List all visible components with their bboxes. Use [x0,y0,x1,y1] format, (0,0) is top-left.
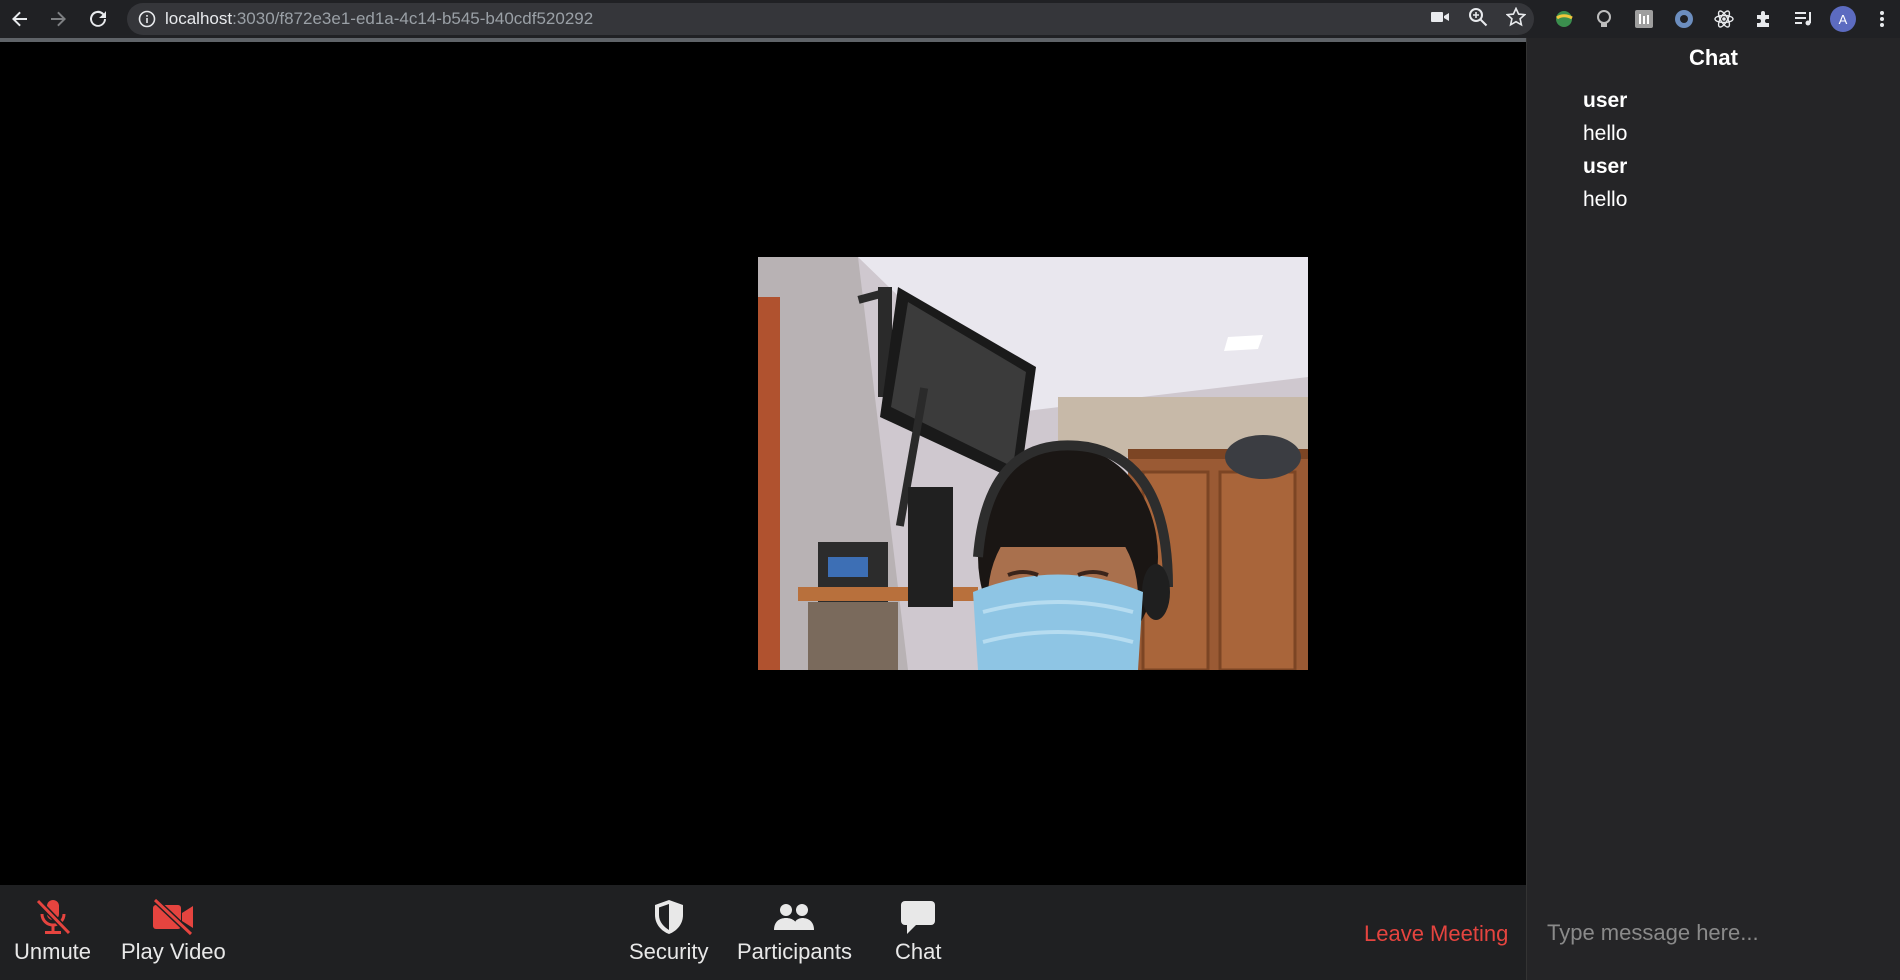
message-author: user [1583,89,1628,112]
message-text: hello [1583,122,1628,145]
security-button[interactable]: Security [629,897,708,965]
chat-messages: user hello user hello [1583,84,1883,216]
profile-avatar[interactable]: A [1830,6,1856,32]
participants-label: Participants [737,939,852,964]
chat-title: Chat [1689,45,1738,70]
chat-message: user hello [1583,84,1883,150]
unmute-label: Unmute [14,939,92,964]
media-controls-icon[interactable] [1790,5,1818,33]
extension-bulb-icon[interactable] [1590,5,1618,33]
extension-square-icon[interactable] [1630,5,1658,33]
chat-message: user hello [1583,150,1883,216]
reload-icon [90,10,106,27]
zoom-icon[interactable] [1468,7,1488,32]
react-devtools-icon[interactable] [1710,5,1738,33]
unmute-button[interactable]: Unmute [14,897,91,965]
meeting-toolbar: Unmute Play Video Security Participants … [0,885,1526,980]
chat-panel: Chat user hello user hello [1526,38,1900,980]
chat-bubble-icon [899,897,937,937]
url-text: localhost:3030/f872e3e1-ed1a-4c14-b545-b… [165,9,594,28]
chat-button[interactable]: Chat [895,897,941,965]
video-stage [0,42,1526,885]
back-arrow-icon [12,11,27,27]
chat-message-input[interactable] [1527,885,1900,980]
extension-globe-icon[interactable] [1550,5,1578,33]
mic-muted-icon [33,897,73,937]
participants-icon [772,897,816,937]
play-video-label: Play Video [121,939,226,964]
bookmark-star-icon[interactable] [1505,6,1527,32]
participant-video [758,257,1308,670]
security-label: Security [629,939,709,964]
message-text: hello [1583,188,1628,211]
video-off-icon [151,897,195,937]
back-button[interactable] [0,0,40,38]
extensions-puzzle-icon[interactable] [1750,5,1778,33]
forward-arrow-icon [51,11,66,27]
leave-meeting-button[interactable]: Leave Meeting [1364,921,1508,947]
message-author: user [1583,155,1628,178]
chat-label: Chat [895,939,942,964]
play-video-button[interactable]: Play Video [121,897,226,965]
address-bar[interactable]: localhost:3030/f872e3e1-ed1a-4c14-b545-b… [127,3,1534,35]
extension-circle-icon[interactable] [1670,5,1698,33]
forward-button[interactable] [38,0,78,38]
reload-button[interactable] [78,0,118,38]
browser-toolbar: localhost:3030/f872e3e1-ed1a-4c14-b545-b… [0,0,1900,38]
shield-icon [652,897,686,937]
camera-in-use-icon[interactable] [1430,9,1450,30]
more-menu-icon[interactable] [1868,5,1896,33]
site-info-icon[interactable] [138,10,156,28]
participants-button[interactable]: Participants [737,897,852,965]
